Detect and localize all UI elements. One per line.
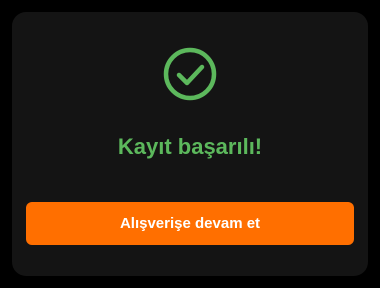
continue-shopping-button[interactable]: Alışverişe devam et <box>26 202 354 245</box>
success-title: Kayıt başarılı! <box>117 134 263 159</box>
check-circle-icon <box>162 46 218 102</box>
success-dialog: Kayıt başarılı! Alışverişe devam et <box>12 12 368 276</box>
